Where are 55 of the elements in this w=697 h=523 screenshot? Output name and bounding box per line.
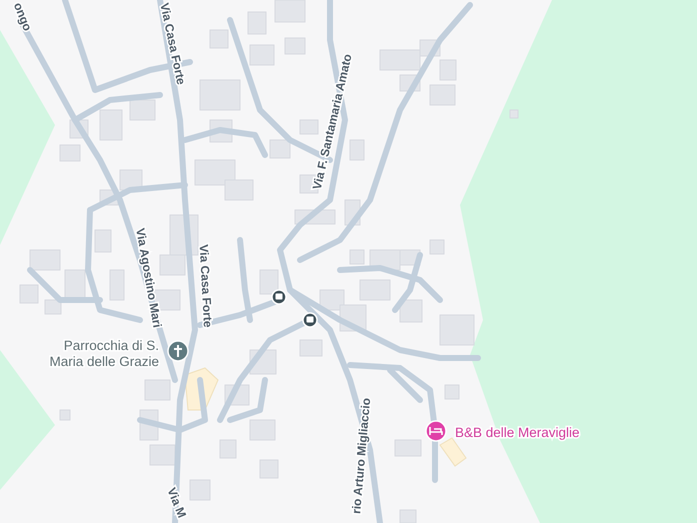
building xyxy=(430,240,444,254)
building xyxy=(210,30,228,48)
building xyxy=(320,290,344,310)
building xyxy=(220,440,236,458)
building xyxy=(144,380,170,400)
building xyxy=(260,270,278,294)
building xyxy=(360,280,390,300)
building xyxy=(400,300,422,322)
place-label[interactable]: B&B delle Meraviglie xyxy=(455,425,580,440)
building xyxy=(439,437,467,467)
building xyxy=(440,314,474,346)
building xyxy=(300,120,318,134)
street-label: Via M xyxy=(164,486,190,520)
building xyxy=(224,180,254,200)
building xyxy=(110,270,124,300)
building xyxy=(150,444,176,466)
building xyxy=(270,140,290,158)
building xyxy=(94,230,112,252)
bus-stop-icon[interactable] xyxy=(302,312,318,328)
building xyxy=(430,84,456,106)
building xyxy=(300,340,322,356)
bus-stop-icon[interactable] xyxy=(271,289,287,305)
street-label: ongo xyxy=(10,0,35,33)
cross-icon xyxy=(173,344,183,358)
building xyxy=(44,300,62,314)
building xyxy=(60,410,70,420)
building xyxy=(284,38,306,54)
building xyxy=(248,12,266,34)
building xyxy=(394,440,422,456)
street-label: rio Arturo Migliaccio xyxy=(349,397,374,514)
building xyxy=(200,80,240,110)
building xyxy=(350,140,364,160)
building xyxy=(30,250,60,270)
street-label: Via Casa Forte xyxy=(196,244,215,328)
building xyxy=(194,160,236,186)
building xyxy=(350,250,364,264)
building xyxy=(130,100,156,120)
building xyxy=(250,44,274,66)
building xyxy=(60,144,80,162)
street-label: Via Casa Forte xyxy=(157,2,188,86)
building xyxy=(274,0,306,22)
place-label[interactable]: Parrocchia di S. Maria delle Grazie xyxy=(49,338,159,369)
building xyxy=(20,284,38,304)
building xyxy=(510,110,518,118)
street-label: Via Agostino Mari xyxy=(133,227,164,329)
building xyxy=(100,110,122,140)
building xyxy=(400,510,416,523)
building xyxy=(250,420,276,440)
building xyxy=(260,460,278,478)
building xyxy=(120,170,142,190)
building xyxy=(444,384,460,400)
building xyxy=(440,60,456,80)
building xyxy=(190,480,210,500)
bed-icon xyxy=(429,426,443,436)
building xyxy=(184,367,219,410)
